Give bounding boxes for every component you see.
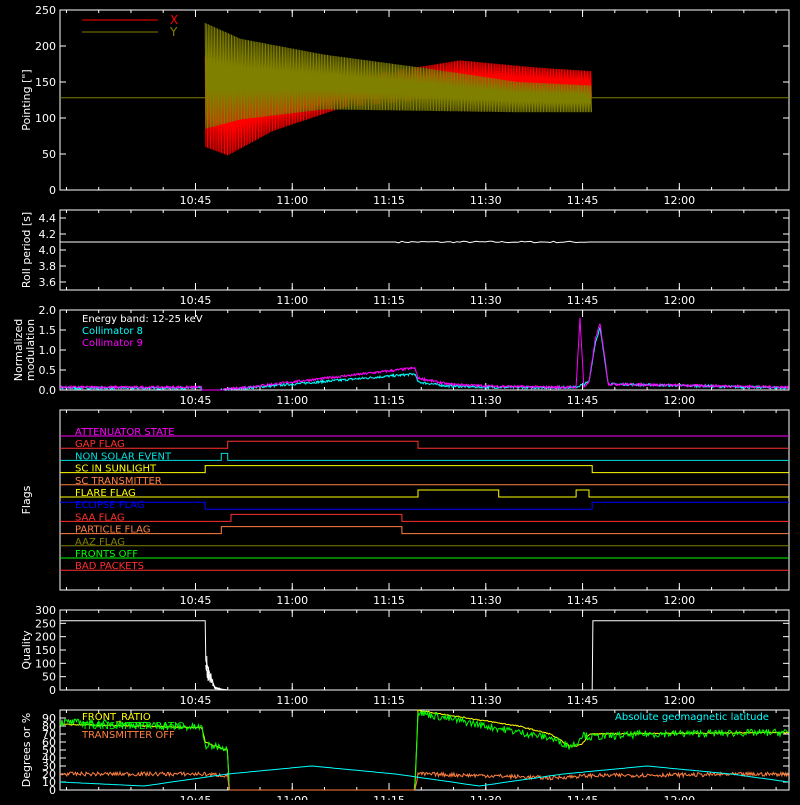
y-tick-label: 3.8 [39, 260, 57, 273]
time-tick-label: 11:30 [470, 194, 502, 207]
legend-label-Y: Y [169, 25, 178, 39]
panel-frame-roll [59, 209, 790, 291]
y-tick-label: 0.5 [39, 364, 57, 377]
y-tick-label: 3.6 [39, 276, 57, 289]
time-tick-label: 10:45 [180, 694, 212, 707]
series-line-collimator-9 [59, 317, 789, 391]
flag-label-sc-in-sunlight: SC IN SUNLIGHT [75, 464, 157, 475]
time-tick-label: 12:00 [663, 694, 695, 707]
time-tick-label: 10:45 [180, 394, 212, 407]
y-axis-label: Quality [20, 630, 33, 670]
y-tick-label: 1.5 [39, 324, 57, 337]
time-tick-label: 11:00 [276, 294, 308, 307]
annotation-0: Energy band: 12-25 keV [82, 314, 203, 325]
time-tick-label: 12:00 [663, 294, 695, 307]
y-axis-label: modulation [24, 319, 37, 381]
time-tick-label: 11:00 [276, 594, 308, 607]
time-tick-label: 11:00 [276, 194, 308, 207]
time-tick-label: 11:00 [276, 394, 308, 407]
y-tick-label: 100 [35, 112, 56, 125]
y-tick-label: 0 [49, 684, 56, 697]
time-tick-label: 11:30 [470, 694, 502, 707]
time-tick-label: 11:15 [373, 394, 405, 407]
flag-label-particle-flag: PARTICLE FLAG [75, 525, 151, 536]
time-tick-label: 10:45 [180, 194, 212, 207]
flag-label-saa-flag: SAA FLAG [75, 512, 125, 523]
time-tick-label: 12:00 [663, 594, 695, 607]
time-tick-label: 11:15 [373, 294, 405, 307]
roll-period-line [60, 240, 789, 244]
y-tick-label: 90 [42, 712, 56, 725]
y-axis-label: Roll period [s] [20, 212, 33, 288]
y-tick-label: 50 [42, 148, 56, 161]
y-tick-label: 2.0 [39, 304, 57, 317]
time-tick-label: 11:15 [373, 794, 405, 800]
time-tick-label: 10:45 [180, 594, 212, 607]
time-tick-label: 11:30 [470, 794, 502, 800]
flag-label-sc-transmitter: SC TRANSMITTER [75, 476, 162, 487]
time-tick-label: 10:45 [180, 294, 212, 307]
time-tick-label: 11:15 [373, 694, 405, 707]
panel-frame-quality [59, 609, 790, 691]
flag-line-flare-flag [60, 489, 789, 498]
time-tick-label: 11:45 [567, 594, 599, 607]
y-tick-label: 4.4 [39, 212, 57, 225]
flag-line-gap-flag [60, 440, 789, 449]
y-tick-label: 150 [35, 76, 56, 89]
time-tick-label: 11:15 [373, 594, 405, 607]
flag-label-aaz-flag: AAZ FLAG [75, 537, 125, 548]
y-tick-label: 150 [35, 644, 56, 657]
annotation-2: Collimator 9 [82, 338, 143, 349]
y-tick-label: 250 [35, 4, 56, 17]
y-tick-label: 0 [49, 184, 56, 197]
y-tick-label: 4.2 [39, 228, 57, 241]
time-tick-label: 12:00 [663, 194, 695, 207]
y-tick-label: 4.0 [39, 244, 57, 257]
y-tick-label: 1.0 [39, 344, 57, 357]
y-tick-label: 200 [35, 631, 56, 644]
time-tick-label: 11:30 [470, 594, 502, 607]
y-axis-label: Flags [20, 485, 33, 514]
y-tick-label: 200 [35, 40, 56, 53]
flag-line-eclipse-flag [60, 501, 789, 510]
time-tick-label: 11:45 [567, 794, 599, 800]
y-axis-label: Degrees or % [20, 713, 33, 787]
flag-line-sc-in-sunlight [60, 465, 789, 474]
time-tick-label: 11:30 [470, 294, 502, 307]
time-tick-label: 11:45 [567, 694, 599, 707]
time-tick-label: 12:00 [663, 794, 695, 800]
chart-stage: 10:45 11:00 11:15 11:30 11:45 12:00 Pointing [… [0, 0, 800, 805]
flag-line-particle-flag [60, 526, 789, 535]
flag-label-flare-flag: FLARE FLAG [75, 488, 136, 499]
quality-line [60, 620, 789, 691]
y-tick-label: 100 [35, 657, 56, 670]
time-tick-label: 11:00 [276, 694, 308, 707]
y-tick-label: 300 [35, 604, 56, 617]
y-tick-label: 50 [42, 671, 56, 684]
flag-label-fronts-off: FRONTS OFF [75, 549, 138, 560]
flag-label-gap-flag: GAP FLAG [75, 439, 125, 450]
time-tick-label: 11:30 [470, 394, 502, 407]
flag-label-attenuator-state: ATTENUATOR STATE [75, 427, 175, 438]
y-axis-label: Pointing ["] [20, 69, 33, 130]
flag-label-non-solar-event: NON SOLAR EVENT [75, 451, 172, 462]
time-tick-label: 12:00 [663, 394, 695, 407]
annotation-geomagnetic-latitude: Absolute geomagnetic latitude [615, 712, 769, 723]
quality-noise [205, 655, 228, 691]
time-tick-label: 11:15 [373, 194, 405, 207]
time-tick-label: 11:45 [567, 294, 599, 307]
flag-line-saa-flag [60, 513, 789, 522]
multi-panel-chart: 10:45 11:00 11:15 11:30 11:45 12:00 Pointing [… [12, 4, 790, 805]
y-tick-label: 0.0 [39, 384, 57, 397]
time-tick-label: 11:45 [567, 394, 599, 407]
time-tick-label: 11:45 [567, 194, 599, 207]
y-tick-label: 250 [35, 617, 56, 630]
annotation-1: Collimator 8 [82, 326, 143, 337]
time-tick-label: 11:00 [276, 794, 308, 800]
flag-label-bad-packets: BAD PACKETS [75, 561, 144, 572]
annotation-transmitter-off: TRANSMITTER OFF [81, 730, 175, 741]
time-tick-label: 10:45 [180, 794, 212, 800]
flag-label-eclipse-flag: ECLIPSE FLAG [75, 500, 145, 511]
